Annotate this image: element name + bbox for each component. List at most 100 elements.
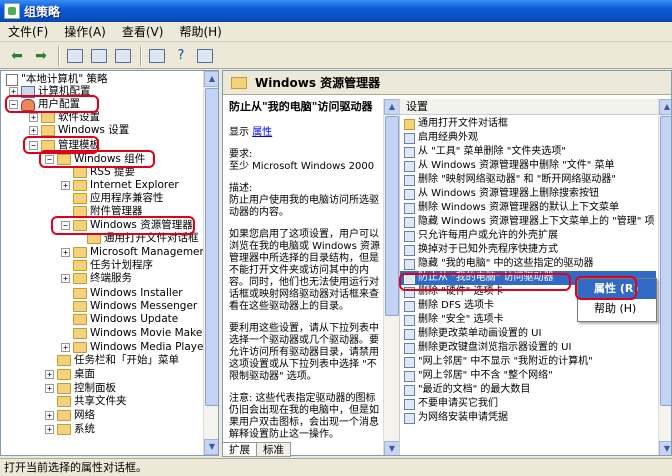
folder-icon (73, 301, 87, 312)
expander-icon[interactable]: + (45, 411, 54, 420)
tree-item-label: 应用程序兼容性 (90, 192, 164, 204)
tree-item-ie[interactable]: + Internet Explorer (61, 179, 179, 192)
tree-item-windows-update[interactable]: Windows Update (73, 313, 178, 326)
setting-item[interactable]: 从 Windows 资源管理器上删除搜索按钮 (400, 187, 656, 201)
tree-item-shared-folders[interactable]: 共享文件夹 (57, 395, 127, 408)
expander-icon[interactable]: + (61, 181, 70, 190)
setting-label: 删除 "安全" 选项卡 (418, 314, 504, 325)
setting-item[interactable]: 删除更改菜单动画设置的 UI (400, 327, 656, 341)
setting-label: 删除 Windows 资源管理器的默认上下文菜单 (418, 202, 619, 213)
tree-item-media-player[interactable]: + Windows Media Player (61, 341, 208, 354)
scroll-thumb[interactable] (385, 116, 399, 316)
folder-icon (73, 247, 87, 258)
settings-scrollbar[interactable]: ▲ ▼ (658, 99, 671, 455)
forward-button[interactable]: ➡ (30, 45, 52, 67)
tree-item-desktop[interactable]: + 桌面 (45, 368, 95, 381)
setting-item[interactable]: "最近的文档" 的最大数目 (400, 383, 656, 397)
context-help[interactable]: 帮助 (H) (578, 299, 656, 319)
setting-label: 换掉对于已知外壳程序快捷方式 (418, 244, 558, 255)
expander-icon[interactable]: + (29, 113, 38, 122)
tree-item-app-compat[interactable]: 应用程序兼容性 (73, 192, 164, 205)
tree-item-network[interactable]: + 网络 (45, 409, 95, 422)
menu-view[interactable]: 查看(V) (114, 22, 172, 42)
scroll-up-icon[interactable]: ▲ (204, 71, 218, 87)
setting-item[interactable]: 删除更改键盘浏览指示器设置的 UI (400, 341, 656, 355)
tab-standard[interactable]: 标准 (256, 442, 291, 457)
scroll-thumb[interactable] (660, 116, 671, 406)
setting-item[interactable]: 启用经典外观 (400, 131, 656, 145)
properties-link[interactable]: 属性 (252, 127, 272, 138)
expander-icon[interactable]: + (45, 370, 54, 379)
expander-icon[interactable]: + (45, 384, 54, 393)
view-tabs: 扩展 标准 (222, 442, 291, 458)
menu-help[interactable]: 帮助(H) (171, 22, 229, 42)
up-button[interactable] (64, 45, 86, 67)
expander-icon[interactable]: + (61, 248, 70, 257)
tree-item-movie-maker[interactable]: Windows Movie Maker (73, 327, 207, 340)
setting-label: 隐藏 "我的电脑" 中的这些指定的驱动器 (418, 258, 594, 269)
export-button[interactable] (112, 45, 134, 67)
policy-setting-icon (404, 230, 415, 242)
scroll-down-icon[interactable]: ▼ (659, 441, 671, 455)
menu-file[interactable]: 文件(F) (0, 22, 56, 42)
tree-item-system[interactable]: + 系统 (45, 423, 95, 436)
setting-item[interactable]: 不要申请买它我们 (400, 397, 656, 411)
tree-item-label: Windows Messenger (90, 300, 198, 312)
tree-item-taskbar-start[interactable]: 任务栏和「开始」菜单 (57, 354, 179, 367)
view-button[interactable] (194, 45, 216, 67)
tree-item-task-scheduler[interactable]: 任务计划程序 (73, 259, 153, 272)
scroll-down-icon[interactable]: ▼ (384, 441, 400, 455)
folder-icon (57, 383, 71, 394)
setting-item[interactable]: 只允许每用户或允许的外壳扩展 (400, 229, 656, 243)
scroll-up-icon[interactable]: ▲ (659, 99, 671, 115)
setting-item[interactable]: 换掉对于已知外壳程序快捷方式 (400, 243, 656, 257)
setting-item[interactable]: "网上邻居" 中不含 "整个网络" (400, 369, 656, 383)
policy-setting-icon (404, 132, 415, 144)
menu-action[interactable]: 操作(A) (56, 22, 114, 42)
tab-extended[interactable]: 扩展 (222, 442, 257, 457)
scroll-down-icon[interactable]: ▼ (204, 439, 218, 455)
help-icon: ? (177, 48, 185, 63)
expander-icon[interactable]: + (29, 126, 38, 135)
folder-icon (41, 112, 55, 123)
tree-item-label: Windows Movie Maker (90, 327, 207, 339)
setting-item[interactable]: 删除 "映射网络驱动器" 和 "断开网络驱动器" (400, 173, 656, 187)
setting-label: 通用打开文件对话框 (418, 118, 508, 129)
setting-label: 从 Windows 资源管理器中删除 "文件" 菜单 (418, 160, 615, 171)
setting-label: "最近的文档" 的最大数目 (418, 384, 531, 395)
settings-column-header[interactable]: 设置 (400, 99, 671, 115)
tree-scrollbar[interactable]: ▲ ▼ (203, 71, 218, 455)
properties-button[interactable] (146, 45, 168, 67)
tree-item-label: Windows Update (90, 313, 179, 325)
show-tree-button[interactable] (88, 45, 110, 67)
description-paragraph: 注意: 这些代表指定驱动器的图标仍旧会出现在我的电脑中，但是如果用户双击图标，会… (229, 393, 379, 440)
tree-pane[interactable]: "本地计算机" 策略 + 计算机配置 − 用户配置 + 软件设置 + Windo… (0, 70, 219, 456)
setting-item[interactable]: 从 Windows 资源管理器中删除 "文件" 菜单 (400, 159, 656, 173)
description-scrollbar[interactable]: ▲ ▼ (383, 99, 400, 455)
annotation-highlight (51, 216, 195, 235)
tree-item-control-panel[interactable]: + 控制面板 (45, 382, 116, 395)
expander-icon[interactable]: + (61, 274, 70, 283)
tree-item-windows-messenger[interactable]: Windows Messenger (73, 300, 197, 313)
annotation-highlight (575, 276, 637, 300)
folder-icon (73, 260, 87, 271)
expander-icon[interactable]: + (61, 343, 70, 352)
settings-folder-item[interactable]: 通用打开文件对话框 (400, 117, 656, 131)
back-button[interactable]: ⬅ (6, 45, 28, 67)
tree-item-windows-installer[interactable]: Windows Installer (73, 287, 183, 300)
expander-icon[interactable]: + (45, 425, 54, 434)
annotation-highlight (5, 95, 99, 113)
setting-item[interactable]: "网上邻居" 中不显示 "我附近的计算机" (400, 355, 656, 369)
setting-item[interactable]: 删除 Windows 资源管理器的默认上下文菜单 (400, 201, 656, 215)
scroll-up-icon[interactable]: ▲ (384, 99, 400, 115)
help-button[interactable]: ? (170, 45, 192, 67)
tree-item-terminal-services[interactable]: + 终端服务 (61, 272, 132, 285)
setting-item[interactable]: 为网络安装申请凭据 (400, 411, 656, 425)
setting-item[interactable]: 隐藏 "我的电脑" 中的这些指定的驱动器 (400, 257, 656, 271)
scroll-thumb[interactable] (205, 88, 218, 406)
policy-icon (6, 73, 18, 86)
setting-item[interactable]: 隐藏 Windows 资源管理器上下文菜单上的 "管理" 项 (400, 215, 656, 229)
setting-item[interactable]: 从 "工具" 菜单删除 "文件夹选项" (400, 145, 656, 159)
tree-item-mmc[interactable]: + Microsoft Management Conso (61, 246, 218, 259)
policy-setting-icon (404, 370, 415, 382)
